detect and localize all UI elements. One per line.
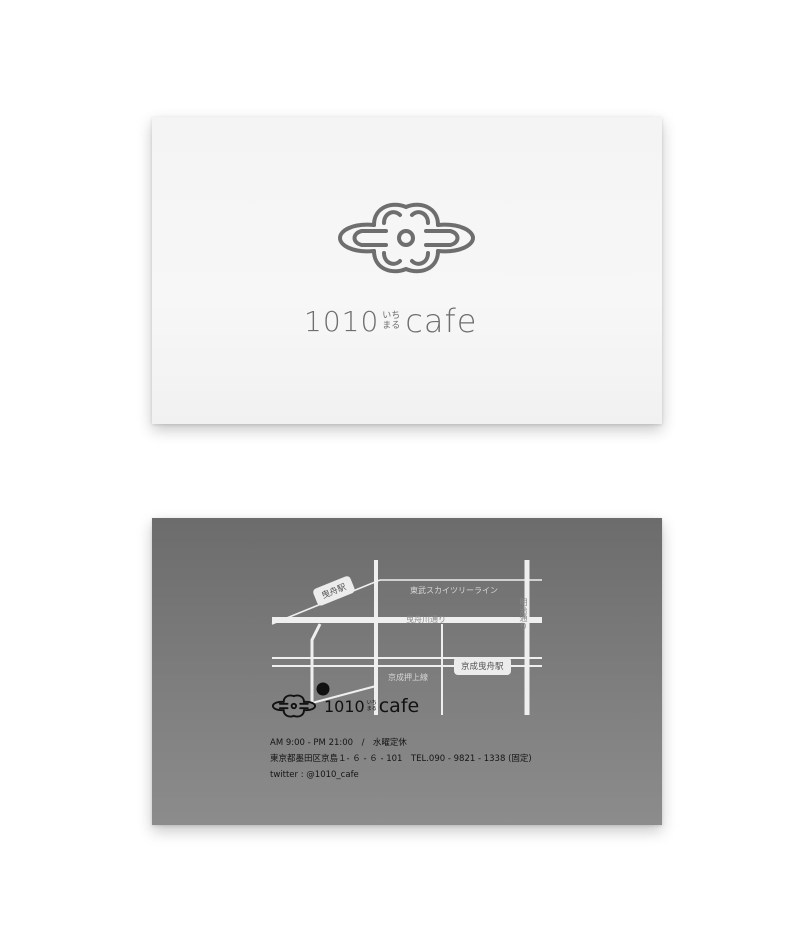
shop-info: AM 9:00 - PM 21:00 / 水曜定休 東京都墨田区京島１- ６ -… [270, 735, 532, 783]
back-logo-kana-bottom: まる [366, 706, 377, 712]
back-logo-wordmark: 1010 いち まる cafe [270, 694, 440, 718]
front-logo-wordmark: 1010 いち まる cafe [304, 301, 514, 341]
station-keisei-hikifune-tag: 京成曳舟駅 [454, 657, 511, 675]
shop-twitter: twitter : @1010_cafe [270, 770, 359, 780]
back-logo-kana: いち まる [367, 700, 377, 712]
label-meiji-dori: 明治通り [519, 598, 528, 630]
logo-kana-bottom: まる [382, 321, 401, 331]
shop-hours: AM 9:00 - PM 21:00 / 水曜定休 [270, 738, 407, 748]
back-logo-digits: 1010 [324, 696, 365, 716]
logo-cafe: cafe [405, 302, 478, 340]
label-tobu-line: 東武スカイツリーライン [410, 586, 498, 595]
business-card-front: 1010 いち まる cafe [152, 117, 662, 424]
cloud-knot-logo-icon [271, 694, 317, 718]
label-hikifunegawa-dori: 曳舟川通り [406, 615, 446, 624]
back-logo-cafe: cafe [378, 695, 420, 717]
logo-kana: いち まる [382, 311, 400, 331]
label-keisei-line: 京成押上線 [388, 673, 428, 682]
logo-digits: 1010 [304, 304, 380, 338]
logo-kana-top: いち [382, 311, 401, 321]
cloud-knot-logo-icon [337, 202, 476, 274]
shop-address-tel: 東京都墨田区京島１- ６ - ６ - 101 TEL.090 - 9821 - … [270, 754, 532, 764]
business-card-back: 曳舟駅 京成曳舟駅 東武スカイツリーライン 曳舟川通り 京成押上線 明治通り 1… [152, 518, 662, 825]
